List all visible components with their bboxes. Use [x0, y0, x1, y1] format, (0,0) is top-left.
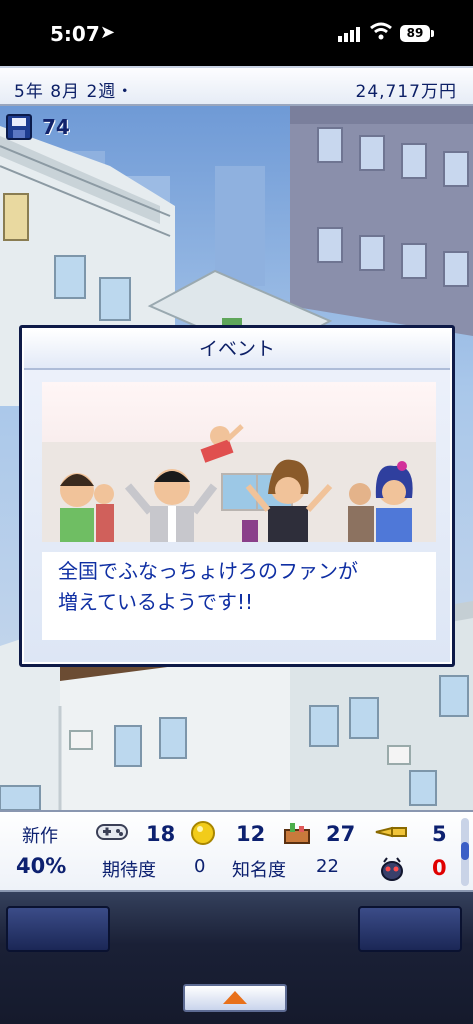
stats-panel[interactable]: 新作 40% 18 12 27 5 期待度 0 知名度 22 0: [0, 810, 473, 892]
arrow-up-icon: [223, 991, 247, 1004]
menu-toggle-button[interactable]: [183, 984, 287, 1012]
status-bar: 5:07 ➤ 89: [0, 0, 473, 66]
expectation-value: 0: [194, 856, 206, 877]
coin-icon: [190, 820, 216, 851]
game-header: 5年 8月 2週・ 24,717万円: [0, 66, 473, 106]
scrollbar-thumb[interactable]: [461, 842, 469, 860]
expectation-label: 期待度: [102, 860, 156, 881]
new-title-label: 新作: [22, 826, 58, 847]
bottom-bar: [0, 892, 473, 1024]
bug-icon: [378, 856, 406, 887]
graphics-icon: [282, 820, 312, 851]
left-menu-button[interactable]: [6, 906, 110, 952]
event-message: 全国でふなっちょけろのファンが 増えているようです!!: [42, 552, 436, 640]
controller-icon: [96, 822, 128, 847]
stat-sales: 12: [236, 822, 266, 846]
stat-graphics: 27: [326, 822, 356, 846]
right-menu-button[interactable]: [358, 906, 462, 952]
progress-percent: 40%: [16, 854, 67, 878]
stat-fun: 18: [146, 822, 176, 846]
wifi-icon: [370, 22, 392, 40]
stat-bugs: 0: [432, 856, 447, 880]
fame-label: 知名度: [232, 860, 286, 881]
fame-value: 22: [316, 856, 339, 877]
battery-level: 89: [406, 26, 424, 40]
event-dialog-body: イベント 全国でふなっちょけろのファンが 増えているようです!!: [22, 328, 452, 664]
event-message-line-1: 全国でふなっちょけろのファンが: [58, 559, 358, 583]
event-message-line-2: 増えているようです!!: [58, 590, 254, 614]
cellular-signal-icon: [338, 27, 360, 42]
save-count: 74: [42, 115, 70, 139]
funds: 24,717万円: [355, 82, 457, 102]
dialog-title: イベント: [24, 330, 450, 370]
stats-scrollbar[interactable]: [461, 818, 469, 886]
status-time: 5:07: [50, 22, 100, 46]
event-illustration: [42, 382, 436, 542]
battery-icon: 89: [400, 25, 434, 42]
stat-sound: 5: [432, 822, 447, 846]
trumpet-icon: [374, 822, 408, 847]
celebrating-staff-image: [42, 424, 436, 542]
save-indicator: 74: [6, 114, 70, 140]
location-arrow-icon: ➤: [100, 22, 116, 43]
game-date: 5年 8月 2週・: [14, 82, 135, 102]
event-dialog[interactable]: イベント 全国でふなっちょけろのファンが 増えているようです!!: [19, 325, 455, 667]
floppy-disk-icon: [6, 114, 32, 140]
